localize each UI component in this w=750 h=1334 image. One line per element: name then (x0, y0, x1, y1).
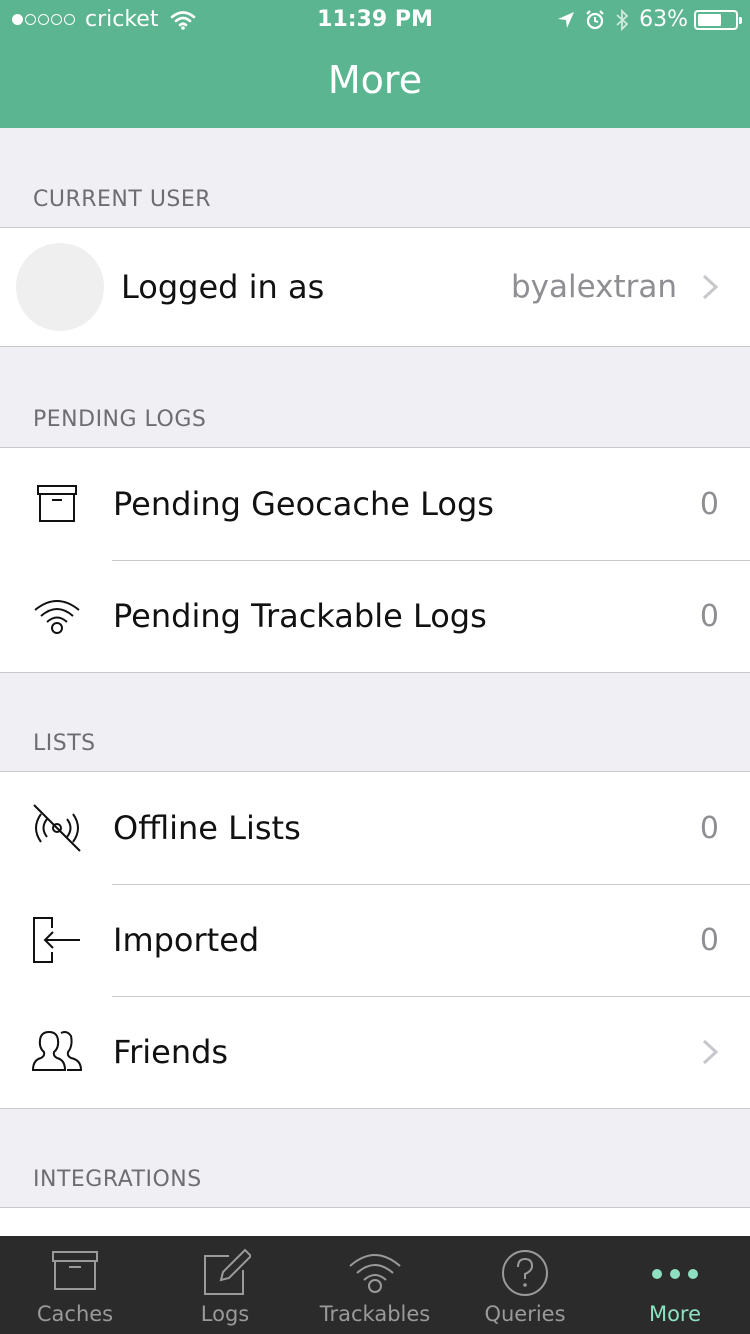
status-bar: cricket 11:39 PM 63% (0, 0, 750, 40)
tab-queries-label: Queries (484, 1302, 566, 1326)
section-header-integrations: INTEGRATIONS (33, 1167, 202, 1192)
pending-trackable-logs-label: Pending Trackable Logs (113, 597, 487, 635)
battery-percentage: 63% (639, 7, 688, 32)
page-title: More (327, 58, 423, 102)
avatar (16, 243, 104, 331)
alarm-clock-icon (586, 9, 604, 29)
tab-logs-label: Logs (200, 1302, 250, 1326)
offline-icon (33, 804, 81, 852)
lists-group: Offline Lists 0 Imported 0 Friends (0, 771, 750, 1109)
offline-lists-label: Offline Lists (113, 809, 301, 847)
imported-count: 0 (699, 922, 719, 958)
status-bar-right: 63% (557, 7, 742, 32)
pending-trackable-logs-count: 0 (699, 598, 719, 634)
box-icon (52, 1251, 98, 1290)
pencil-icon (204, 1248, 251, 1295)
section-header-pending-logs: PENDING LOGS (33, 407, 207, 432)
import-icon (33, 917, 80, 963)
navigation-header: cricket 11:39 PM 63% More (0, 0, 750, 128)
tab-caches-label: Caches (36, 1302, 114, 1326)
pending-geocache-logs-label: Pending Geocache Logs (113, 485, 494, 523)
friends-row[interactable]: Friends (0, 996, 750, 1108)
trackable-icon (349, 1254, 401, 1293)
pending-geocache-logs-count: 0 (699, 486, 719, 522)
offline-lists-count: 0 (699, 810, 719, 846)
tab-caches[interactable]: Caches (0, 1236, 150, 1334)
username-value: byalextran (510, 269, 677, 305)
logged-in-label: Logged in as (121, 268, 325, 306)
current-user-group: Logged in as byalextran (0, 227, 750, 347)
trackable-signal-icon (34, 600, 80, 634)
offline-lists-row[interactable]: Offline Lists 0 (0, 772, 750, 884)
section-header-lists: LISTS (33, 731, 96, 756)
imported-label: Imported (113, 921, 260, 959)
question-icon (502, 1250, 548, 1296)
imported-row[interactable]: Imported 0 (0, 884, 750, 996)
tab-logs[interactable]: Logs (150, 1236, 300, 1334)
tab-more[interactable]: More (600, 1236, 750, 1334)
tab-bar: Caches Logs Trackables Queries More (0, 1236, 750, 1334)
friends-label: Friends (113, 1033, 229, 1071)
pending-trackable-logs-row[interactable]: Pending Trackable Logs 0 (0, 560, 750, 672)
friends-icon (31, 1030, 83, 1071)
location-arrow-icon (558, 11, 575, 28)
tab-queries[interactable]: Queries (450, 1236, 600, 1334)
geocache-box-icon (37, 485, 77, 522)
section-header-current-user: CURRENT USER (33, 187, 212, 212)
tab-more-label: More (648, 1302, 702, 1326)
pending-geocache-logs-row[interactable]: Pending Geocache Logs 0 (0, 448, 750, 560)
bluetooth-icon (616, 8, 629, 31)
battery-icon (694, 9, 742, 30)
tab-trackables-label: Trackables (319, 1302, 431, 1326)
tab-trackables[interactable]: Trackables (300, 1236, 450, 1334)
logged-in-row[interactable]: Logged in as byalextran (0, 228, 750, 346)
pending-logs-group: Pending Geocache Logs 0 Pending Trackabl… (0, 447, 750, 673)
chevron-right-icon (702, 1039, 718, 1065)
more-dots-icon (652, 1269, 698, 1279)
chevron-right-icon (702, 274, 718, 300)
